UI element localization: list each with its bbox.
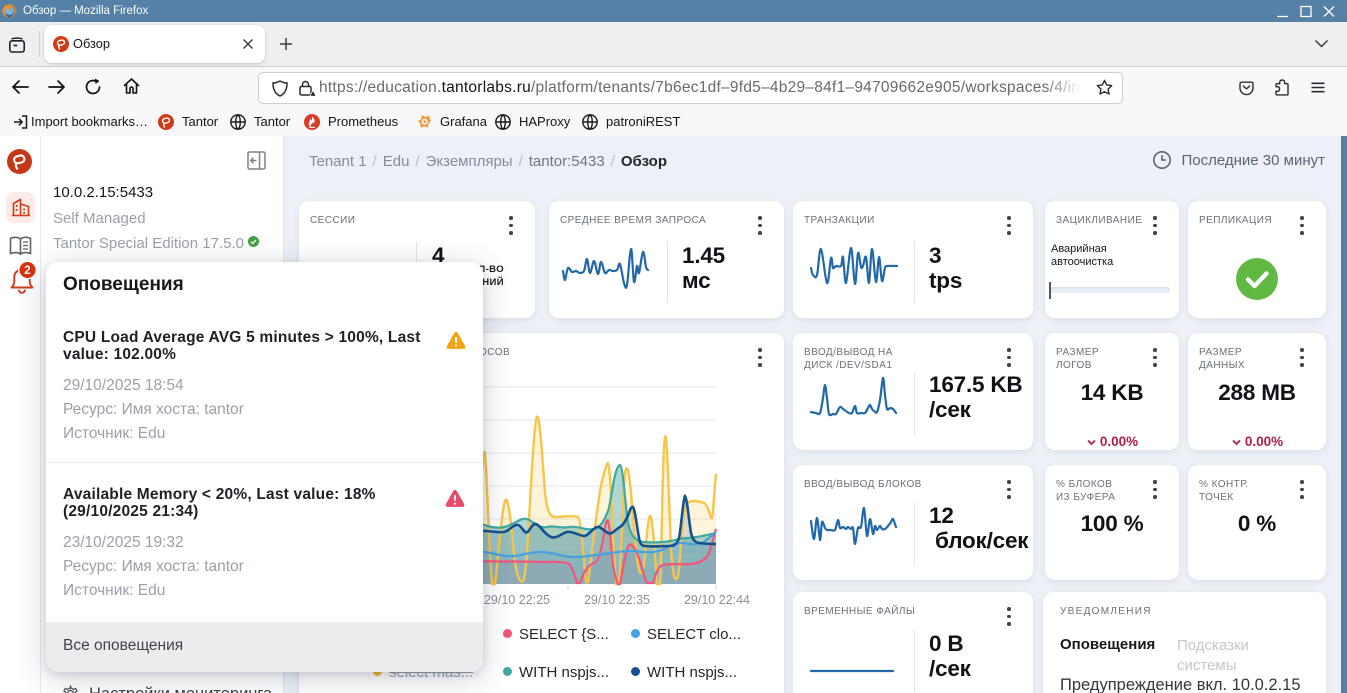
svg-text:2: 2 [24, 265, 30, 277]
